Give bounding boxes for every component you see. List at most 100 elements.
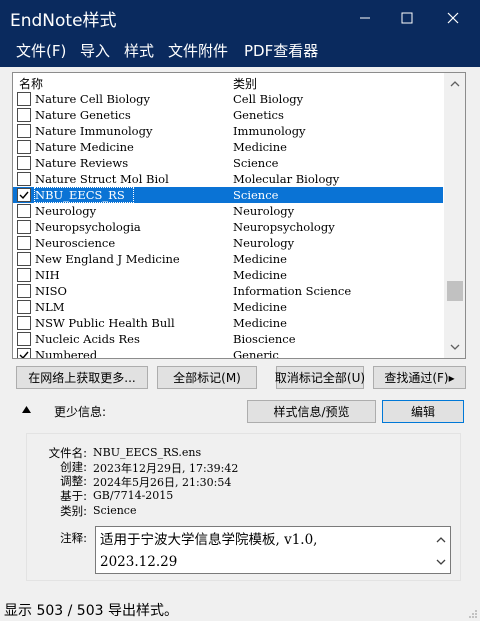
- style-list-row[interactable]: Nature Immunology Immunology: [13, 123, 443, 139]
- style-checkbox[interactable]: [17, 236, 31, 250]
- style-list-row[interactable]: New England J Medicine Medicine: [13, 251, 443, 267]
- style-checkbox[interactable]: [17, 300, 31, 314]
- menu-bar: 文件(F) 导入 样式 文件附件 PDF查看器: [0, 35, 480, 67]
- checkmark-icon: [19, 351, 29, 358]
- style-category: Molecular Biology: [233, 172, 340, 186]
- collapse-triangle-icon: [22, 406, 31, 413]
- style-list-row[interactable]: Nucleic Acids Res Bioscience: [13, 331, 443, 347]
- style-name: New England J Medicine: [35, 252, 180, 266]
- style-category: Bioscience: [233, 332, 296, 346]
- style-list-row[interactable]: Nature Cell Biology Cell Biology: [13, 91, 443, 107]
- style-list-row[interactable]: Nature Reviews Science: [13, 155, 443, 171]
- style-name: Neuropsychologia: [35, 220, 141, 234]
- style-checkbox[interactable]: [17, 140, 31, 154]
- comment-textbox[interactable]: 适用于宁波大学信息学院模板, v1.0, 2023.12.29: [95, 526, 451, 574]
- style-name: Neurology: [35, 204, 97, 218]
- style-list-row[interactable]: NSW Public Health Bull Medicine: [13, 315, 443, 331]
- style-list-row[interactable]: Nature Genetics Genetics: [13, 107, 443, 123]
- menu-file-attachments[interactable]: 文件附件: [168, 40, 228, 61]
- chevron-up-icon: [436, 537, 446, 543]
- style-name: Nucleic Acids Res: [35, 332, 140, 346]
- column-header-name[interactable]: 名称: [19, 75, 43, 92]
- style-name: Nature Reviews: [35, 156, 129, 170]
- style-list-row[interactable]: Numbered Generic: [13, 347, 443, 359]
- style-name: Neuroscience: [35, 236, 116, 250]
- style-category: Generic: [233, 348, 279, 359]
- close-button[interactable]: [430, 0, 476, 35]
- category-value: Science: [93, 504, 137, 517]
- chevron-down-icon: [436, 559, 446, 565]
- unmark-all-button[interactable]: 取消标记全部(U): [275, 366, 365, 389]
- style-name: NISO: [35, 284, 67, 298]
- list-scrollbar[interactable]: [444, 73, 465, 358]
- scroll-thumb[interactable]: [447, 281, 463, 301]
- scroll-up-button[interactable]: [444, 75, 465, 93]
- style-checkbox[interactable]: [17, 284, 31, 298]
- comment-text: 适用于宁波大学信息学院模板, v1.0, 2023.12.29: [100, 529, 420, 573]
- style-list-row[interactable]: NISO Information Science: [13, 283, 443, 299]
- comment-scroll-up[interactable]: [432, 531, 450, 549]
- close-icon: [447, 12, 459, 23]
- style-name: Nature Struct Mol Biol: [35, 172, 169, 186]
- style-list-row[interactable]: Neuroscience Neurology: [13, 235, 443, 251]
- style-category: Genetics: [233, 108, 284, 122]
- style-category: Neuropsychology: [233, 220, 335, 234]
- style-checkbox[interactable]: [17, 316, 31, 330]
- checkmark-icon: [19, 191, 29, 200]
- style-category: Science: [233, 188, 279, 202]
- style-list-row[interactable]: Nature Struct Mol Biol Molecular Biology: [13, 171, 443, 187]
- style-checkbox[interactable]: [17, 220, 31, 234]
- scroll-down-button[interactable]: [444, 338, 465, 356]
- style-category: Neurology: [233, 204, 295, 218]
- style-list-row[interactable]: NBU_EECS_RS Science: [13, 187, 443, 203]
- chevron-up-icon: [450, 81, 460, 87]
- style-checkbox[interactable]: [17, 172, 31, 186]
- based-on-value: GB/7714-2015: [93, 489, 174, 502]
- style-checkbox[interactable]: [17, 332, 31, 346]
- style-list-row[interactable]: NIH Medicine: [13, 267, 443, 283]
- style-checkbox[interactable]: [17, 124, 31, 138]
- modified-value: 2024年5月26日, 21:30:54: [93, 476, 232, 489]
- window-title: EndNote样式: [10, 11, 117, 31]
- edit-button[interactable]: 编辑: [382, 400, 464, 423]
- style-category: Medicine: [233, 300, 287, 314]
- style-name: Nature Immunology: [35, 124, 153, 138]
- category-label: 类别:: [60, 504, 87, 518]
- style-name: Nature Cell Biology: [35, 92, 151, 106]
- style-checkbox[interactable]: [17, 268, 31, 282]
- style-checkbox[interactable]: [17, 204, 31, 218]
- style-category: Science: [233, 156, 279, 170]
- style-info-preview-button[interactable]: 样式信息/预览: [247, 400, 376, 423]
- style-info-panel: 文件名: NBU_EECS_RS.ens 创建: 2023年12月29日, 17…: [26, 433, 461, 581]
- resize-grip-icon[interactable]: [468, 609, 478, 619]
- menu-file[interactable]: 文件(F): [16, 40, 66, 61]
- column-header-category[interactable]: 类别: [233, 75, 257, 92]
- style-list-row[interactable]: Nature Medicine Medicine: [13, 139, 443, 155]
- style-checkbox[interactable]: [17, 348, 31, 358]
- style-list-row[interactable]: Neurology Neurology: [13, 203, 443, 219]
- style-checkbox[interactable]: [17, 92, 31, 106]
- maximize-button[interactable]: [384, 0, 430, 35]
- minimize-button[interactable]: [342, 0, 388, 35]
- comment-scroll-down[interactable]: [432, 553, 450, 571]
- style-checkbox[interactable]: [17, 108, 31, 122]
- style-checkbox[interactable]: [17, 252, 31, 266]
- style-category: Medicine: [233, 316, 287, 330]
- menu-import[interactable]: 导入: [80, 40, 110, 61]
- style-list[interactable]: 名称 类别 Nature Cell Biology Cell Biology Nat…: [12, 72, 466, 359]
- style-checkbox[interactable]: [17, 188, 31, 202]
- style-list-row[interactable]: Neuropsychologia Neuropsychology: [13, 219, 443, 235]
- style-category: Cell Biology: [233, 92, 304, 106]
- style-list-row[interactable]: NLM Medicine: [13, 299, 443, 315]
- comment-line-2: 2023.12.29: [100, 554, 178, 570]
- mark-all-button[interactable]: 全部标记(M): [157, 366, 257, 389]
- style-name: NIH: [35, 268, 60, 282]
- find-by-button[interactable]: 查找通过(F)▸: [373, 366, 466, 389]
- style-checkbox[interactable]: [17, 156, 31, 170]
- comment-line-1: 适用于宁波大学信息学院模板, v1.0,: [100, 532, 318, 548]
- menu-pdf-viewer[interactable]: PDF查看器: [244, 40, 318, 61]
- style-category: Medicine: [233, 268, 287, 282]
- get-more-online-button[interactable]: 在网络上获取更多...: [16, 366, 148, 389]
- list-header: 名称 类别: [13, 73, 443, 91]
- menu-style[interactable]: 样式: [124, 40, 154, 61]
